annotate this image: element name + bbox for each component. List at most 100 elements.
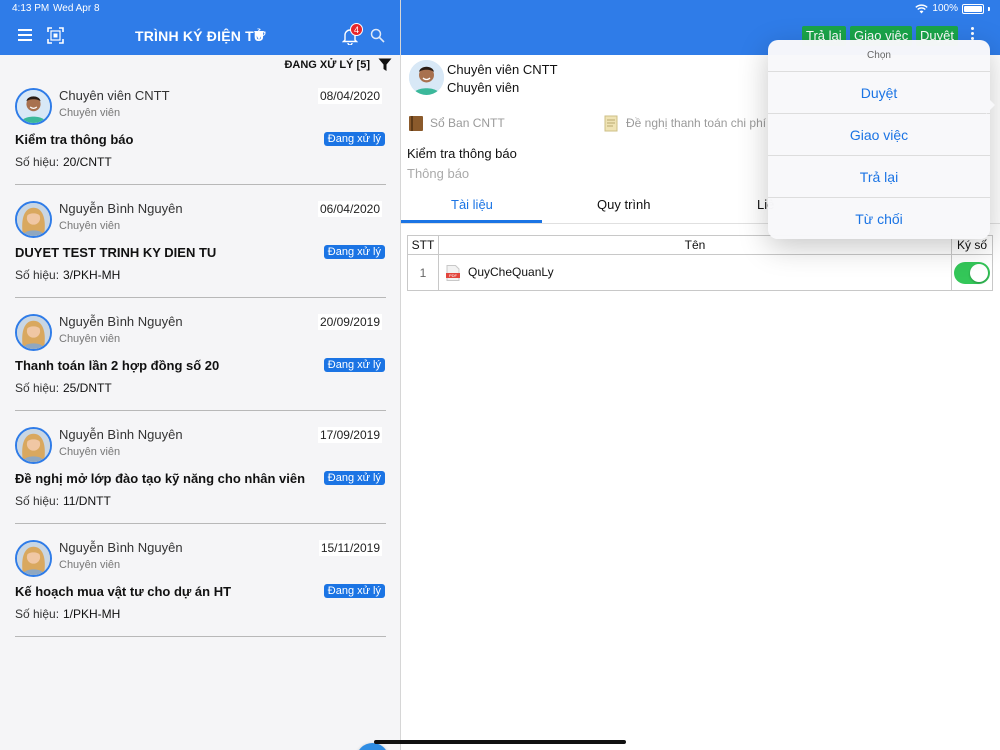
document-number: 1/PKH-MH [63,607,121,621]
row-stt: 1 [407,254,439,291]
sender-name: Nguyễn Bình Nguyên [59,314,183,329]
document-date: 06/04/2020 [317,201,382,217]
divider [15,636,386,637]
avatar [15,314,52,351]
document-type-icon [604,115,618,132]
sender-role: Chuyên viên [59,559,121,571]
docno-label: Số hiệu: [15,607,60,621]
status-badge: Đang xử lý [323,245,385,259]
document-category: Thông báo [407,166,470,181]
document-number: 25/DNTT [63,381,112,395]
sign-cell [951,254,993,291]
avatar [15,201,52,238]
docno-label: Số hiệu: [15,155,60,169]
document-subject: Kế hoạch mua vật tư cho dự án HT [15,584,232,599]
hamburger-menu-icon[interactable] [18,29,32,41]
avatar [15,88,52,125]
document-date: 15/11/2019 [318,540,382,556]
docno-label: Số hiệu: [15,381,60,395]
pdf-file-icon: PDF [446,264,460,281]
digital-sign-toggle[interactable] [954,261,990,284]
document-number: 3/PKH-MH [63,268,121,282]
tab-documents[interactable]: Tài liệu [451,197,493,212]
popover-assign-option[interactable]: Giao việc [768,114,990,156]
notification-badge: 4 [350,23,363,36]
docno-label: Số hiệu: [15,494,60,508]
document-book: Sổ Ban CNTT [430,116,505,130]
person-avatar-icon [17,316,50,349]
file-cell[interactable]: PDF QuyCheQuanLy [438,254,952,291]
divider [15,523,386,524]
popover-title: Chọn [768,40,990,72]
action-popover: Chọn Duyệt Giao việc Trả lại Từ chối [768,40,990,239]
popover-return-option[interactable]: Trả lại [768,156,990,198]
battery-icon [962,3,984,14]
document-date: 08/04/2020 [317,88,382,104]
document-subject: Thanh toán lần 2 hợp đồng số 20 [15,358,220,373]
document-subject: Kiểm tra thông báo [15,132,134,147]
person-avatar-icon [17,90,50,123]
title-dropdown-caret-icon[interactable] [254,31,264,40]
document-subject: Đề nghị mở lớp đào tạo kỹ năng cho nhân … [15,471,306,486]
qr-scan-icon[interactable] [47,27,64,44]
document-date: 17/09/2019 [317,427,382,443]
divider [15,184,386,185]
status-date: Wed Apr 8 [53,3,100,14]
person-avatar-icon [17,203,50,236]
popover-arrow [986,96,995,114]
divider [15,297,386,298]
list-item[interactable]: Nguyễn Bình Nguyên Chuyên viên 15/11/2019 K… [15,540,386,653]
list-item[interactable]: Chuyên viên CNTT Chuyên viên 08/04/2020 Kiể… [15,88,386,201]
sender-name: Chuyên viên CNTT [447,62,558,77]
status-badge: Đang xử lý [323,132,385,146]
person-avatar-icon [17,429,50,462]
status-badge: Đang xử lý [323,358,385,372]
add-document-button[interactable]: + [356,743,389,750]
list-item[interactable]: Nguyễn Bình Nguyên Chuyên viên 06/04/2020 D… [15,201,386,314]
person-avatar-icon [409,60,444,95]
filter-icon[interactable] [378,58,392,72]
battery-percent: 100% [932,3,958,14]
more-options-icon[interactable] [970,27,976,41]
status-badge: Đang xử lý [323,584,385,598]
book-icon [409,116,423,131]
popover-approve-option[interactable]: Duyệt [768,72,990,114]
sender-role: Chuyên viên [59,333,121,345]
sender-name: Nguyễn Bình Nguyên [59,427,183,442]
sender-role: Chuyên viên [447,80,520,95]
document-type: Đề nghị thanh toán chi phí [626,116,767,130]
list-item[interactable]: Nguyễn Bình Nguyên Chuyên viên 20/09/2019 T… [15,314,386,427]
tab-workflow[interactable]: Quy trình [597,197,650,212]
svg-text:PDF: PDF [449,273,458,278]
person-avatar-icon [17,542,50,575]
status-right: 100% [915,3,990,14]
popover-reject-option[interactable]: Từ chối [768,198,990,239]
list-item[interactable]: Nguyễn Bình Nguyên Chuyên viên 17/09/2019 Đ… [15,427,386,540]
sender-name: Nguyễn Bình Nguyên [59,201,183,216]
document-date: 20/09/2019 [317,314,382,330]
attachments-table: STT Tên Ký số 1 PDF QuyCheQuanLy [407,235,993,291]
avatar [15,427,52,464]
column-header-stt: STT [407,235,439,255]
docno-label: Số hiệu: [15,268,60,282]
document-list-panel: ĐANG XỬ LÝ [5] Chuyên viên CNTT Chuyên vi… [0,55,400,750]
home-indicator[interactable] [374,740,626,744]
search-icon[interactable] [370,28,385,43]
divider [15,410,386,411]
document-subject: Kiểm tra thông báo [407,146,517,161]
filter-status-label[interactable]: ĐANG XỬ LÝ [5] [284,59,370,71]
active-tab-indicator [401,220,542,223]
sender-role: Chuyên viên [59,107,121,119]
avatar [15,540,52,577]
table-row[interactable]: 1 PDF QuyCheQuanLy [407,254,993,291]
wifi-icon [915,3,929,13]
file-name[interactable]: QuyCheQuanLy [468,265,554,279]
sender-role: Chuyên viên [59,220,121,232]
status-badge: Đang xử lý [323,471,385,485]
sender-name: Nguyễn Bình Nguyên [59,540,183,555]
document-number: 20/CNTT [63,155,112,169]
document-subject: DUYET TEST TRINH KY DIEN TU [15,245,217,260]
app-title[interactable]: TRÌNH KÝ ĐIỆN TỬ [135,28,266,44]
sender-role: Chuyên viên [59,446,121,458]
status-time: 4:13 PM [12,3,50,14]
